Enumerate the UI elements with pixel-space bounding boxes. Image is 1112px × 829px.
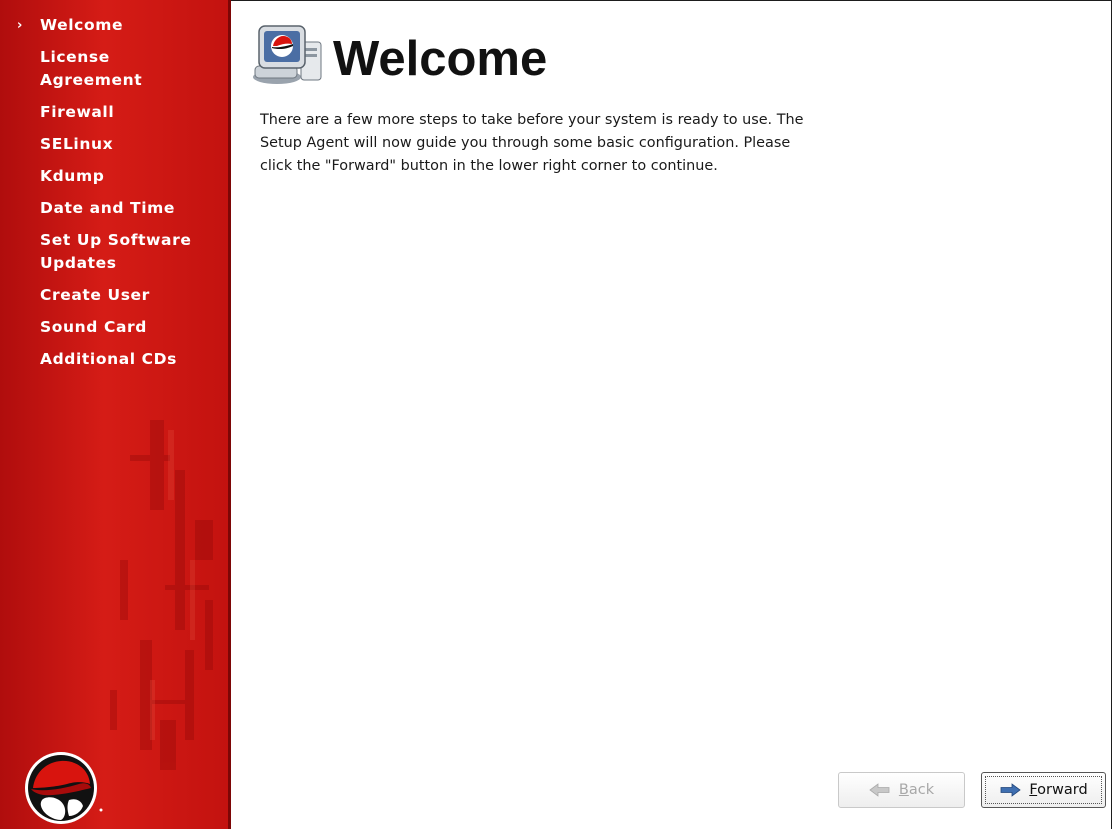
step-date-and-time: Date and Time <box>0 197 220 220</box>
step-label: Kdump <box>40 167 105 185</box>
back-button-label: Back <box>899 782 934 798</box>
step-label: Additional CDs <box>40 350 177 368</box>
sidebar: › Welcome License Agreement Firewall SEL… <box>0 0 231 829</box>
forward-button[interactable]: Forward <box>981 772 1106 808</box>
step-label: SELinux <box>40 135 114 153</box>
back-label-rest: ack <box>908 782 935 798</box>
redhat-logo-icon <box>23 748 105 824</box>
current-step-marker: › <box>17 18 23 33</box>
step-additional-cds: Additional CDs <box>0 348 220 371</box>
step-label: Sound Card <box>40 318 147 336</box>
step-license-agreement: License Agreement <box>0 46 220 92</box>
step-software-updates: Set Up Software Updates <box>0 229 220 275</box>
step-label: Welcome <box>40 16 124 34</box>
step-firewall: Firewall <box>0 101 220 124</box>
forward-mnemonic: F <box>1029 782 1038 798</box>
forward-label-rest: orward <box>1037 782 1088 798</box>
arrow-right-icon <box>1000 783 1021 797</box>
step-create-user: Create User <box>0 284 220 307</box>
step-label: Create User <box>40 286 150 304</box>
step-sound-card: Sound Card <box>0 316 220 339</box>
step-label: Firewall <box>40 103 115 121</box>
computer-monitor-icon <box>249 22 325 86</box>
step-selinux: SELinux <box>0 133 220 156</box>
arrow-left-icon <box>869 783 890 797</box>
step-kdump: Kdump <box>0 165 220 188</box>
back-button[interactable]: Back <box>838 772 965 808</box>
step-list: › Welcome License Agreement Firewall SEL… <box>0 14 231 371</box>
step-label: Date and Time <box>40 199 175 217</box>
page-title: Welcome <box>333 32 548 86</box>
window-top-border <box>231 0 1112 1</box>
step-label: License Agreement <box>40 48 143 89</box>
step-label: Set Up Software Updates <box>40 231 192 272</box>
step-welcome: › Welcome <box>0 14 220 37</box>
forward-button-label: Forward <box>1029 782 1087 798</box>
welcome-description: There are a few more steps to take befor… <box>260 112 804 174</box>
back-mnemonic: B <box>898 782 909 798</box>
